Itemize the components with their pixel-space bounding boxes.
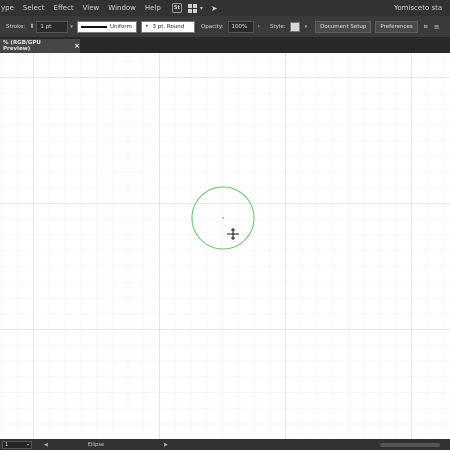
menu-view[interactable]: View bbox=[83, 0, 100, 16]
profile-label: Uniform bbox=[109, 23, 132, 30]
menu-select[interactable]: Select bbox=[23, 0, 45, 16]
document-setup-label: Document Setup bbox=[320, 23, 367, 30]
control-bar: Stroke: ⬍ 1 pt ▾ Uniform • 3 pt. Round O… bbox=[0, 16, 450, 38]
stroke-weight-value: 1 pt bbox=[40, 23, 52, 30]
stroke-label: Stroke: bbox=[6, 23, 26, 30]
document-setup-button[interactable]: Document Setup bbox=[315, 20, 372, 33]
artboard-navigation-field[interactable]: 1 ▾ bbox=[2, 440, 32, 449]
previous-artboard-icon[interactable]: ◀ bbox=[44, 442, 48, 448]
close-icon[interactable]: × bbox=[74, 42, 80, 50]
graphic-style-swatch[interactable] bbox=[289, 21, 300, 32]
document-tab-bar: % (RGB/GPU Preview) × bbox=[0, 39, 450, 53]
round-brush-icon: • bbox=[144, 23, 149, 30]
document-tab[interactable]: % (RGB/GPU Preview) × bbox=[0, 39, 80, 53]
canvas-drawing bbox=[191, 186, 255, 250]
current-tool-name: Ellipse bbox=[87, 441, 105, 448]
style-label: Style: bbox=[269, 23, 286, 30]
preferences-label: Preferences bbox=[380, 23, 413, 30]
preferences-button[interactable]: Preferences bbox=[375, 20, 418, 33]
stroke-stepper-icon[interactable]: ⬍ bbox=[29, 23, 34, 30]
menu-type[interactable]: ype bbox=[1, 0, 14, 16]
align-icon[interactable]: ⫢ bbox=[424, 22, 428, 31]
menu-bar: ype Select Effect View Window Help St ▾ … bbox=[0, 0, 450, 16]
menu-window[interactable]: Window bbox=[108, 0, 136, 16]
chevron-down-icon[interactable]: ▾ bbox=[70, 24, 73, 30]
menu-effect[interactable]: Effect bbox=[54, 0, 74, 16]
chevron-right-icon[interactable]: › bbox=[258, 23, 260, 30]
send-icon[interactable]: ➤ bbox=[211, 4, 218, 13]
chevron-down-icon[interactable]: ▾ bbox=[305, 24, 308, 30]
uniform-line-icon bbox=[80, 25, 107, 28]
chevron-down-icon[interactable]: ▾ bbox=[27, 442, 29, 447]
artboard-canvas[interactable] bbox=[0, 53, 450, 439]
menu-bar-icons: St ▾ ➤ bbox=[171, 3, 218, 13]
artboard-number: 1 bbox=[5, 441, 9, 448]
crosshair-move-icon bbox=[227, 228, 239, 240]
status-menu-icon[interactable]: ▶ bbox=[164, 442, 168, 448]
chevron-down-icon[interactable]: ▾ bbox=[200, 5, 203, 12]
ellipse-center-point bbox=[222, 217, 224, 219]
variable-width-profile-dropdown[interactable]: Uniform bbox=[76, 20, 137, 33]
document-tab-title: % (RGB/GPU Preview) bbox=[3, 40, 41, 52]
stock-icon[interactable]: St bbox=[171, 3, 182, 13]
stroke-weight-field[interactable]: 1 pt bbox=[36, 20, 69, 33]
brush-definition-dropdown[interactable]: • 3 pt. Round bbox=[140, 20, 195, 33]
menu-help[interactable]: Help bbox=[145, 0, 161, 16]
brush-label: 3 pt. Round bbox=[152, 23, 185, 30]
workspace-switcher[interactable]: Yomisceto sta bbox=[394, 0, 450, 16]
arrange-documents-icon[interactable] bbox=[187, 3, 197, 13]
opacity-label: Opacity: bbox=[200, 23, 224, 30]
panel-menu-icon[interactable]: ≡ bbox=[434, 23, 440, 31]
status-bar: 1 ▾ ◀ Ellipse ▶ bbox=[0, 439, 450, 450]
horizontal-scrollbar[interactable] bbox=[380, 442, 440, 447]
opacity-value: 100% bbox=[231, 23, 248, 30]
opacity-field[interactable]: 100% bbox=[227, 20, 254, 33]
